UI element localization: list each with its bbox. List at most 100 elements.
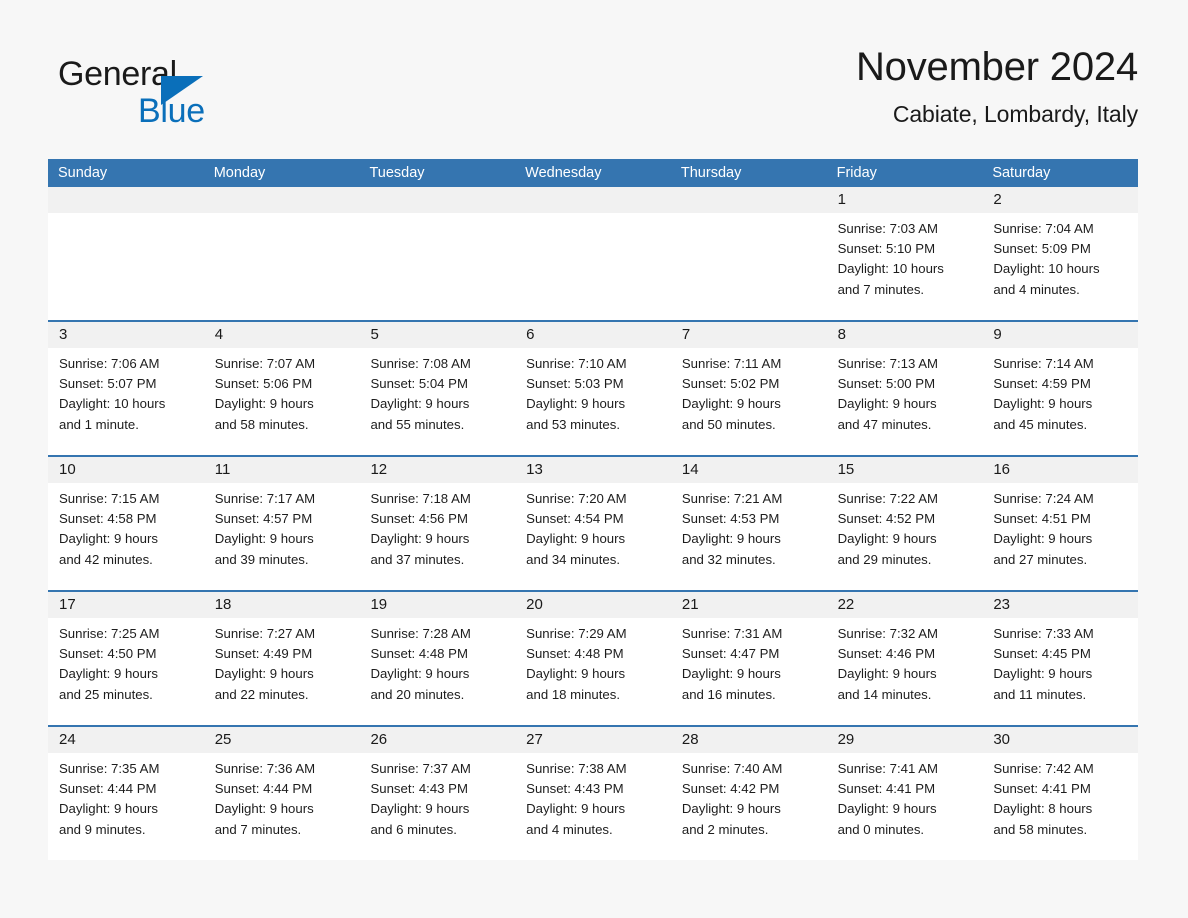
day-details: Sunrise: 7:15 AM Sunset: 4:58 PM Daylight:… — [48, 483, 204, 570]
day-details: Sunrise: 7:27 AM Sunset: 4:49 PM Daylight:… — [204, 618, 360, 705]
day-details: Sunrise: 7:22 AM Sunset: 4:52 PM Daylight:… — [827, 483, 983, 570]
day-number: 12 — [359, 457, 516, 483]
day-detail-daylight1: Daylight: 9 hours — [370, 531, 470, 547]
calendar-grid: Sunday Monday Tuesday Wednesday Thursday… — [48, 159, 1139, 860]
day-detail-daylight2: and 18 minutes. — [526, 686, 620, 702]
day-detail-sunrise: Sunrise: 7:22 AM — [837, 491, 939, 506]
day-number: 13 — [515, 457, 671, 483]
day-cell[interactable]: 9 Sunrise: 7:14 AM Sunset: 4:59 PM Daylight… — [982, 322, 1139, 455]
day-detail-sunrise: Sunrise: 7:31 AM — [681, 626, 783, 641]
day-cell-empty — [515, 187, 671, 320]
day-detail-sunset: Sunset: 4:48 PM — [370, 646, 468, 662]
day-detail-sunset: Sunset: 4:44 PM — [59, 781, 157, 797]
day-details: Sunrise: 7:31 AM Sunset: 4:47 PM Daylight:… — [671, 618, 827, 705]
weekday-header-row: Sunday Monday Tuesday Wednesday Thursday… — [48, 159, 1138, 187]
day-detail-sunset: Sunset: 4:54 PM — [526, 511, 624, 527]
day-cell[interactable]: 28 Sunrise: 7:40 AM Sunset: 4:42 PM Dayligh… — [670, 727, 827, 860]
day-detail-daylight2: and 25 minutes. — [59, 686, 153, 702]
day-detail-daylight1: Daylight: 9 hours — [214, 396, 314, 412]
calendar-week-row: 24 Sunrise: 7:35 AM Sunset: 4:44 PM Dayligh… — [48, 725, 1139, 860]
day-detail-sunset: Sunset: 4:48 PM — [526, 646, 624, 662]
day-cell[interactable]: 22 Sunrise: 7:32 AM Sunset: 4:46 PM Dayligh… — [826, 592, 983, 725]
day-number: 23 — [982, 592, 1139, 618]
day-detail-daylight1: Daylight: 9 hours — [370, 396, 470, 412]
day-cell[interactable]: 2 Sunrise: 7:04 AM Sunset: 5:09 PM Daylight… — [982, 187, 1139, 320]
day-cell[interactable]: 20 Sunrise: 7:29 AM Sunset: 4:48 PM Dayligh… — [515, 592, 671, 725]
day-detail-sunrise: Sunrise: 7:41 AM — [837, 761, 939, 776]
day-cell[interactable]: 5 Sunrise: 7:08 AM Sunset: 5:04 PM Daylight… — [359, 322, 516, 455]
day-detail-daylight2: and 11 minutes. — [993, 686, 1087, 702]
day-cell[interactable]: 21 Sunrise: 7:31 AM Sunset: 4:47 PM Dayligh… — [670, 592, 827, 725]
day-cell[interactable]: 16 Sunrise: 7:24 AM Sunset: 4:51 PM Dayligh… — [982, 457, 1139, 590]
day-cell[interactable]: 23 Sunrise: 7:33 AM Sunset: 4:45 PM Dayligh… — [982, 592, 1139, 725]
day-number: 4 — [203, 322, 360, 348]
day-detail-daylight2: and 42 minutes. — [59, 551, 153, 567]
day-detail-sunrise: Sunrise: 7:29 AM — [526, 626, 627, 641]
day-detail-sunrise: Sunrise: 7:33 AM — [993, 626, 1094, 641]
day-detail-daylight1: Daylight: 9 hours — [993, 531, 1093, 547]
day-detail-sunset: Sunset: 4:43 PM — [370, 781, 468, 797]
day-detail-sunset: Sunset: 4:49 PM — [214, 646, 313, 662]
day-number — [670, 187, 827, 213]
day-cell[interactable]: 11 Sunrise: 7:17 AM Sunset: 4:57 PM Dayligh… — [203, 457, 360, 590]
day-detail-sunset: Sunset: 5:02 PM — [681, 376, 780, 392]
day-cell[interactable]: 7 Sunrise: 7:11 AM Sunset: 5:02 PM Daylight… — [670, 322, 827, 455]
day-detail-sunrise: Sunrise: 7:35 AM — [59, 761, 160, 776]
day-detail-daylight2: and 4 minutes. — [526, 821, 613, 837]
day-cell-empty — [48, 187, 204, 320]
day-cell[interactable]: 14 Sunrise: 7:21 AM Sunset: 4:53 PM Dayligh… — [670, 457, 827, 590]
weekday-header-saturday: Saturday — [992, 165, 1051, 181]
day-cell[interactable]: 29 Sunrise: 7:41 AM Sunset: 4:41 PM Dayligh… — [826, 727, 983, 860]
day-cell[interactable]: 13 Sunrise: 7:20 AM Sunset: 4:54 PM Dayligh… — [515, 457, 671, 590]
day-detail-daylight1: Daylight: 10 hours — [837, 261, 944, 277]
day-cell[interactable]: 25 Sunrise: 7:36 AM Sunset: 4:44 PM Dayligh… — [203, 727, 360, 860]
day-number: 27 — [515, 727, 671, 753]
day-detail-sunrise: Sunrise: 7:10 AM — [526, 356, 627, 371]
day-detail-daylight1: Daylight: 9 hours — [214, 531, 314, 547]
day-number — [359, 187, 516, 213]
day-cell[interactable]: 15 Sunrise: 7:22 AM Sunset: 4:52 PM Dayligh… — [826, 457, 983, 590]
calendar-page: General Blue November 2024 Cabiate, Lomb… — [0, 0, 1188, 918]
day-cell[interactable]: 19 Sunrise: 7:28 AM Sunset: 4:48 PM Dayligh… — [359, 592, 516, 725]
day-details: Sunrise: 7:06 AM Sunset: 5:07 PM Daylight:… — [48, 348, 204, 435]
day-detail-sunset: Sunset: 5:07 PM — [59, 376, 157, 392]
day-cell[interactable]: 10 Sunrise: 7:15 AM Sunset: 4:58 PM Dayligh… — [48, 457, 204, 590]
day-cell[interactable]: 30 Sunrise: 7:42 AM Sunset: 4:41 PM Dayligh… — [982, 727, 1139, 860]
day-detail-daylight1: Daylight: 9 hours — [214, 801, 314, 817]
day-details: Sunrise: 7:40 AM Sunset: 4:42 PM Daylight:… — [671, 753, 827, 840]
day-cell[interactable]: 12 Sunrise: 7:18 AM Sunset: 4:56 PM Dayligh… — [359, 457, 516, 590]
day-cell[interactable]: 24 Sunrise: 7:35 AM Sunset: 4:44 PM Dayligh… — [48, 727, 204, 860]
day-detail-sunrise: Sunrise: 7:07 AM — [214, 356, 316, 371]
day-details: Sunrise: 7:13 AM Sunset: 5:00 PM Daylight:… — [827, 348, 983, 435]
day-detail-sunset: Sunset: 4:51 PM — [993, 511, 1091, 527]
day-details: Sunrise: 7:11 AM Sunset: 5:02 PM Daylight:… — [671, 348, 827, 435]
day-detail-sunrise: Sunrise: 7:20 AM — [526, 491, 627, 506]
day-details: Sunrise: 7:36 AM Sunset: 4:44 PM Daylight:… — [204, 753, 360, 840]
day-number: 16 — [982, 457, 1139, 483]
day-cell[interactable]: 17 Sunrise: 7:25 AM Sunset: 4:50 PM Dayligh… — [48, 592, 204, 725]
day-detail-daylight2: and 37 minutes. — [370, 551, 465, 567]
day-cell[interactable]: 3 Sunrise: 7:06 AM Sunset: 5:07 PM Daylight… — [48, 322, 204, 455]
day-detail-daylight2: and 7 minutes. — [837, 281, 925, 297]
day-detail-daylight2: and 53 minutes. — [526, 416, 620, 432]
day-cell[interactable]: 1 Sunrise: 7:03 AM Sunset: 5:10 PM Daylight… — [826, 187, 983, 320]
calendar-week-row: 17 Sunrise: 7:25 AM Sunset: 4:50 PM Dayligh… — [48, 590, 1139, 725]
day-detail-daylight1: Daylight: 9 hours — [214, 666, 314, 682]
day-cell[interactable]: 6 Sunrise: 7:10 AM Sunset: 5:03 PM Daylight… — [515, 322, 671, 455]
day-detail-sunset: Sunset: 4:59 PM — [993, 376, 1091, 392]
day-detail-sunset: Sunset: 4:41 PM — [993, 781, 1091, 797]
day-cell[interactable]: 18 Sunrise: 7:27 AM Sunset: 4:49 PM Dayligh… — [203, 592, 360, 725]
day-number: 3 — [48, 322, 204, 348]
day-cell[interactable]: 8 Sunrise: 7:13 AM Sunset: 5:00 PM Daylight… — [826, 322, 983, 455]
day-number — [48, 187, 204, 213]
day-detail-sunset: Sunset: 5:04 PM — [370, 376, 468, 392]
day-cell[interactable]: 26 Sunrise: 7:37 AM Sunset: 4:43 PM Dayligh… — [359, 727, 516, 860]
day-cell[interactable]: 4 Sunrise: 7:07 AM Sunset: 5:06 PM Daylight… — [203, 322, 360, 455]
day-detail-sunset: Sunset: 4:46 PM — [837, 646, 936, 662]
logo-text-general: General — [58, 55, 177, 93]
general-blue-logo[interactable]: General Blue — [58, 56, 318, 136]
day-detail-sunrise: Sunrise: 7:36 AM — [214, 761, 316, 776]
day-cell[interactable]: 27 Sunrise: 7:38 AM Sunset: 4:43 PM Dayligh… — [515, 727, 671, 860]
day-detail-sunset: Sunset: 5:09 PM — [993, 241, 1091, 257]
day-detail-sunset: Sunset: 4:53 PM — [681, 511, 780, 527]
